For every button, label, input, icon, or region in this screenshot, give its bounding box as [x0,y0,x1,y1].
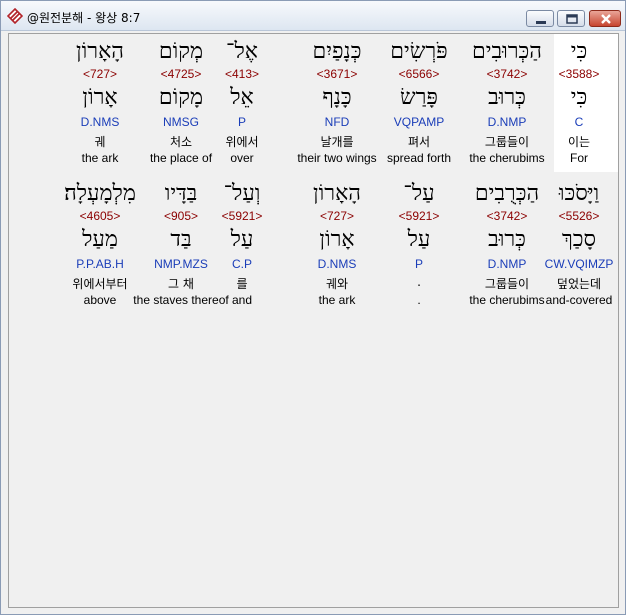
hebrew-lemma: אָרוֹן [82,85,118,110]
english-gloss: the staves thereof [133,293,229,307]
english-gloss: . [417,293,421,307]
minimize-icon [536,21,546,24]
korean-gloss: 이는 [567,135,591,149]
hebrew-word: כִּי [570,39,588,64]
english-gloss: the place of [149,151,213,165]
hebrew-word: הַכְּרֻבִים [474,181,540,206]
strong-number: <3671> [316,67,358,81]
hebrew-lemma: כָּנָף [322,85,352,110]
strong-number: <5921> [221,209,263,223]
hebrew-lemma: כִּי [570,85,588,110]
korean-gloss: 궤와 [325,277,349,291]
bible-app-icon [7,8,23,24]
maximize-button[interactable] [557,10,585,27]
parsing-code: P [237,115,247,129]
english-gloss: the ark [81,151,119,165]
korean-gloss: 그룹들이 [484,277,530,291]
strong-number: <5526> [558,209,600,223]
english-gloss: the ark [318,293,356,307]
hebrew-word: מִלְמָעְלָה׃ [64,181,136,206]
korean-gloss: 위에서부터 [72,277,128,291]
hebrew-lemma: כְּרוּב [488,227,526,252]
hebrew-lemma: סָכַךְ [561,227,597,252]
parsing-code: NFD [324,115,350,129]
english-gloss: their two wings [297,151,377,165]
strong-number: <3588> [558,67,600,81]
hebrew-word: אֶל־ [226,39,258,64]
strong-number: <6566> [398,67,440,81]
korean-gloss: 그 채 [168,277,194,291]
parsing-code: VQPAMP [393,115,445,129]
hebrew-word: וְעַל־ [223,181,261,206]
hebrew-word: וַיָּסֹכּוּ [558,181,600,206]
window-title: @원전분해 - 왕상 8:7 [27,11,141,25]
parsing-code: D.NMP [487,257,527,271]
strong-number: <905> [163,209,199,223]
hebrew-word: כְּנָפַיִם [312,39,362,64]
hebrew-lemma: מָקוֹם [158,85,204,110]
korean-gloss: 펴서 [407,135,431,149]
parsing-code: P [414,257,424,271]
parsing-code: NMSG [163,115,199,129]
english-gloss: the cherubims [469,151,545,165]
maximize-icon [566,14,578,24]
strong-number: <727> [319,209,355,223]
english-gloss: the cherubims [469,293,545,307]
parsing-code: D.NMS [317,257,357,271]
english-gloss: and-covered [545,293,613,307]
english-gloss: and [231,293,253,307]
strong-number: <3742> [486,67,528,81]
korean-gloss: . [417,275,421,289]
hebrew-word: הָאָרוֹן [313,181,361,206]
hebrew-lemma: כְּרוּב [488,85,526,110]
parsing-code: C.P [231,257,253,271]
close-button[interactable] [589,10,621,27]
hebrew-word: מְקוֹם [158,39,204,64]
hebrew-lemma: פָּרַשׂ [400,85,438,110]
english-gloss: spread forth [386,151,452,165]
close-icon [601,14,611,24]
hebrew-word: הַכְּרוּבִים [472,39,542,64]
hebrew-lemma: מַעַל [82,227,118,252]
app-window: @원전분해 - 왕상 8:7 כִּי <3588> כִּי C 이는 For הַכְּ… [0,0,626,615]
hebrew-lemma: עַל [230,227,254,252]
hebrew-lemma: אֵל [230,85,254,110]
hebrew-word: פֹּרְשִׂים [390,39,448,64]
minimize-button[interactable] [526,10,554,27]
strong-number: <3742> [486,209,528,223]
parsing-code: C [574,115,584,129]
korean-gloss: 궤 [94,135,106,149]
parsing-code: D.NMP [487,115,527,129]
hebrew-lemma: בַּד [170,227,192,252]
korean-gloss: 그룹들이 [484,135,530,149]
parsing-code: P.P.AB.H [76,257,124,271]
strong-number: <4725> [160,67,202,81]
strong-number: <4605> [79,209,121,223]
parsing-code: CW.VQIMZP [544,257,614,271]
hebrew-word: הָאָרוֹן [76,39,124,64]
word-analysis-panel[interactable]: כִּי <3588> כִּי C 이는 For הַכְּרוּבִים <3742> כְ… [8,33,619,608]
strong-number: <413> [224,67,260,81]
english-gloss: over [230,151,254,165]
korean-gloss: 를 [236,277,248,291]
title-bar[interactable]: @원전분해 - 왕상 8:7 [1,1,625,31]
korean-gloss: 위에서 [225,135,259,149]
parsing-code: D.NMS [80,115,120,129]
parsing-code: NMP.MZS [154,257,208,271]
hebrew-word: בַּדָּיו [164,181,198,206]
hebrew-word: עַל־ [403,181,435,206]
korean-gloss: 날개를 [320,135,354,149]
english-gloss: For [570,151,588,165]
strong-number: <5921> [398,209,440,223]
korean-gloss: 덮었는데 [556,277,602,291]
hebrew-lemma: אָרוֹן [319,227,355,252]
english-gloss: above [83,293,117,307]
strong-number: <727> [82,67,118,81]
korean-gloss: 처소 [169,135,193,149]
hebrew-lemma: עַל [407,227,431,252]
